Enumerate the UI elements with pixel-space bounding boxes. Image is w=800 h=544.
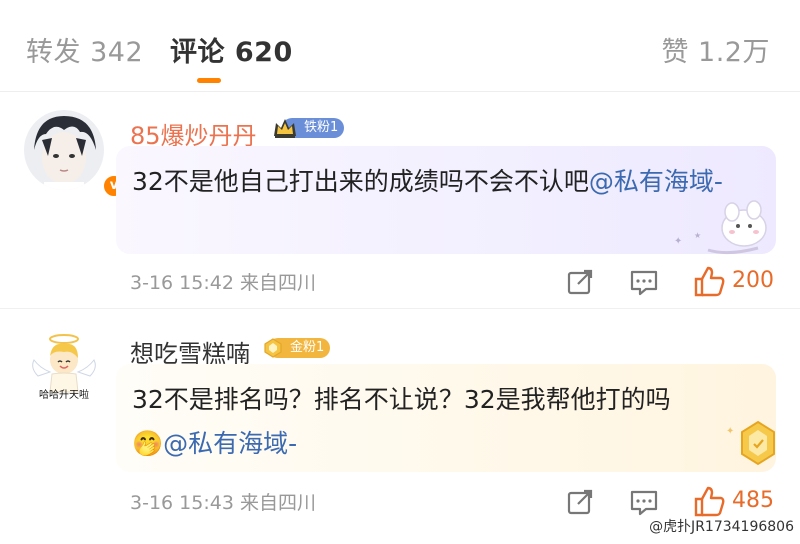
active-tab-indicator xyxy=(197,78,221,83)
tab-repost[interactable]: 转发 342 xyxy=(26,30,143,69)
header-divider xyxy=(0,91,800,92)
tab-comment[interactable]: 评论 620 xyxy=(170,30,293,69)
avatar[interactable]: 哈哈升天啦 xyxy=(24,332,104,412)
like-icon[interactable] xyxy=(690,262,730,302)
repost-icon[interactable] xyxy=(560,262,600,302)
comment-meta: 3-16 15:42 来自四川 xyxy=(130,272,316,294)
like-count: 485 xyxy=(732,488,774,513)
mention-link[interactable]: @私有海域- xyxy=(163,429,297,458)
comment-text: 32不是排名吗？排名不让说？32是我帮他打的吗 xyxy=(132,385,671,414)
comment-text: 32不是他自己打出来的成绩吗不会不认吧 xyxy=(132,167,589,196)
comment-item: 哈哈升天啦 想吃雪糕喃 金粉1 32不是排名吗？排名不让说？32是我帮他打的吗 … xyxy=(0,318,800,544)
svg-text:✦: ✦ xyxy=(674,236,682,247)
avatar-caption: 哈哈升天啦 xyxy=(39,388,89,401)
bubble-decoration-icon: ✦ ★ xyxy=(674,200,767,255)
comment-meta: 3-16 15:43 来自四川 xyxy=(130,492,316,514)
mention-link[interactable]: @私有海域- xyxy=(589,167,723,196)
comment-bubble: 32不是排名吗？排名不让说？32是我帮他打的吗 🤭@私有海域- xyxy=(116,364,776,472)
svg-text:✦: ✦ xyxy=(726,426,734,437)
watermark: @虎扑JR1734196806 xyxy=(649,519,794,535)
comment-tabs: 转发 342 评论 620 赞 1.2万 xyxy=(0,0,800,92)
tab-like[interactable]: 赞 1.2万 xyxy=(661,30,770,69)
emoji: 🤭 xyxy=(132,429,164,458)
comment-divider xyxy=(0,308,800,309)
crown-icon xyxy=(274,119,296,138)
like-count: 200 xyxy=(732,268,774,293)
comment-icon[interactable] xyxy=(624,262,664,302)
gem-decoration-icon: ✦ xyxy=(726,420,775,466)
avatar[interactable]: v xyxy=(24,110,126,198)
comment-item: v 85爆炒丹丹 铁粉1 32不是他自己打出来的成绩吗不会不认吧@私有海域- ✦… xyxy=(0,100,800,310)
repost-icon[interactable] xyxy=(560,482,600,522)
svg-text:★: ★ xyxy=(694,231,701,240)
fan-badge: 金粉1 xyxy=(262,336,331,360)
gem-icon xyxy=(264,338,282,358)
fan-badge: 铁粉1 xyxy=(272,116,345,140)
